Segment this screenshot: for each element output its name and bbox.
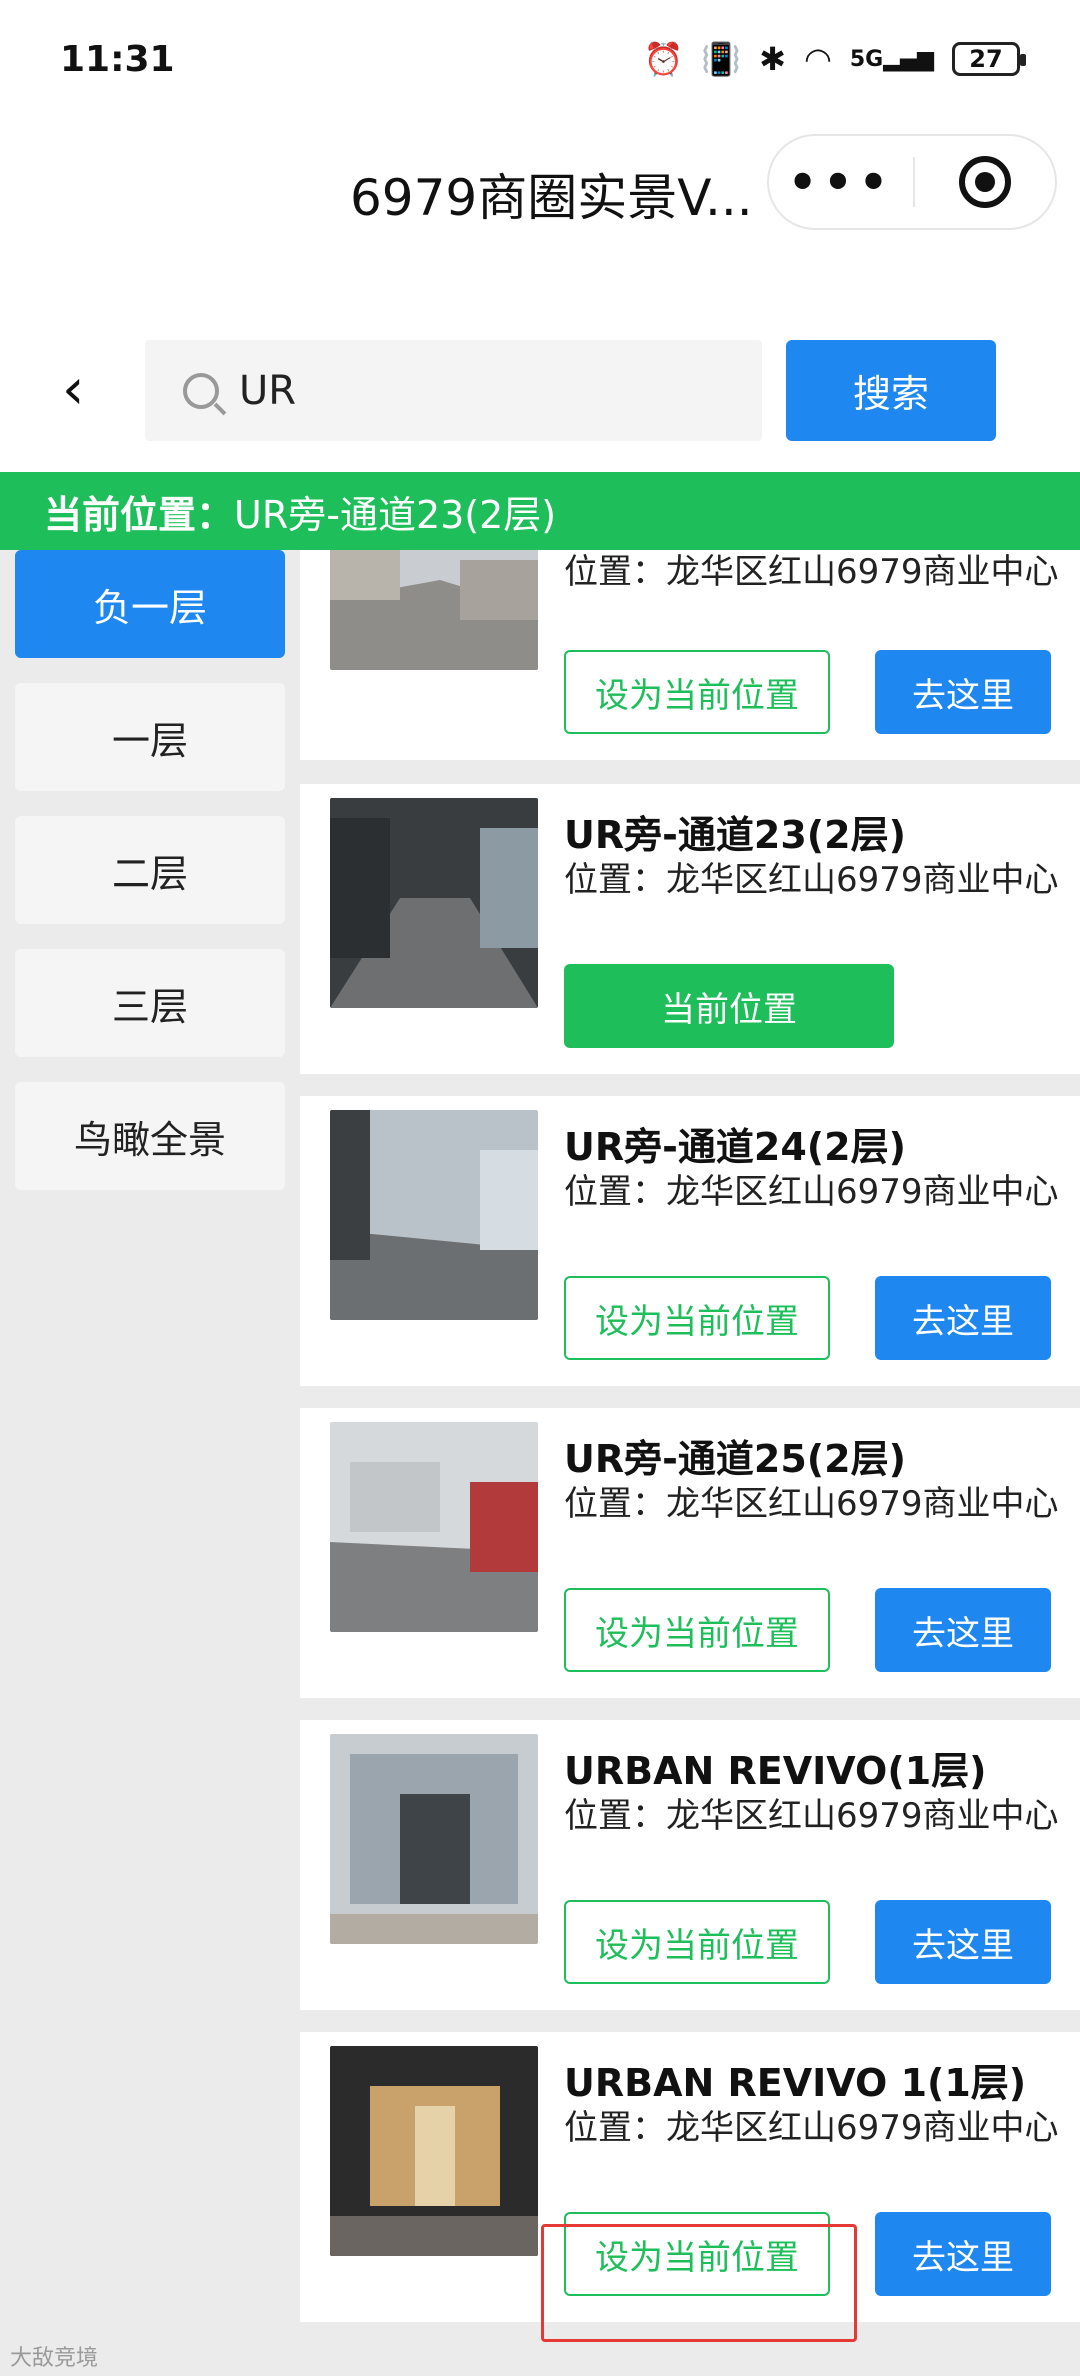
search-icon: [183, 372, 219, 409]
location-title: UR旁-通道23(2层): [564, 813, 906, 857]
floor-tab-b1[interactable]: 负一层: [15, 550, 285, 658]
floor-tab-1f[interactable]: 一层: [15, 683, 285, 791]
location-thumbnail[interactable]: [330, 550, 538, 670]
floor-tab-2f[interactable]: 二层: [15, 816, 285, 924]
alarm-icon: ⏰: [643, 40, 684, 78]
list-item: UR旁-通道25(2层) 位置：龙华区红山6979商业中心 设为当前位置 去这里: [300, 1408, 1080, 1698]
floor-tabs: 负一层 一层 二层 三层 鸟瞰全景: [15, 550, 285, 1215]
status-icons: ⏰ 📳 ✱ ◠ 5G▂▄▆ 27: [643, 40, 1026, 78]
location-text: 位置：龙华区红山6979商业中心: [564, 2108, 1059, 2148]
location-title: UR旁-通道25(2层): [564, 1437, 906, 1481]
go-here-button[interactable]: 去这里: [875, 1276, 1051, 1360]
location-thumbnail[interactable]: [330, 1110, 538, 1320]
mini-program-header: 6979商圈实景V... •••: [0, 118, 1080, 248]
set-current-button[interactable]: 设为当前位置: [564, 1276, 830, 1360]
close-mini-program-button[interactable]: [915, 136, 1055, 228]
location-text: 位置：龙华区红山6979商业中心: [564, 1172, 1059, 1212]
location-text: 位置：龙华区红山6979商业中心: [564, 552, 1059, 592]
floor-tab-aerial[interactable]: 鸟瞰全景: [15, 1082, 285, 1190]
location-title: URBAN REVIVO 1(1层): [564, 2061, 1027, 2105]
signal-icon: 5G▂▄▆: [849, 46, 934, 72]
search-button[interactable]: 搜索: [786, 340, 996, 441]
list-item: UR旁-通道24(2层) 位置：龙华区红山6979商业中心 设为当前位置 去这里: [300, 1096, 1080, 1386]
wifi-icon: ◠: [803, 40, 832, 78]
current-location-banner: 当前位置： UR旁-通道23(2层): [0, 472, 1080, 550]
vibrate-icon: 📳: [701, 40, 742, 78]
go-here-button[interactable]: 去这里: [875, 1900, 1051, 1984]
floor-tab-3f[interactable]: 三层: [15, 949, 285, 1057]
target-icon: [959, 156, 1011, 208]
search-input[interactable]: [239, 367, 719, 414]
set-current-button[interactable]: 设为当前位置: [564, 1900, 830, 1984]
back-arrow-icon[interactable]: ‹: [62, 362, 102, 422]
location-text: 位置：龙华区红山6979商业中心: [564, 1484, 1059, 1524]
content-area: 负一层 一层 二层 三层 鸟瞰全景 位置：龙华区红山6979商业中心 设为当前位…: [0, 550, 1080, 2376]
highlight-box: [541, 2224, 857, 2342]
current-location-button[interactable]: 当前位置: [564, 964, 894, 1048]
location-thumbnail[interactable]: [330, 1734, 538, 1944]
current-location-value: UR旁-通道23(2层): [234, 492, 557, 537]
go-here-button[interactable]: 去这里: [875, 1588, 1051, 1672]
set-current-button[interactable]: 设为当前位置: [564, 650, 830, 734]
location-text: 位置：龙华区红山6979商业中心: [564, 1796, 1059, 1836]
page-title: 6979商圈实景V...: [350, 169, 753, 227]
location-title: UR旁-通道24(2层): [564, 1125, 906, 1169]
go-here-button[interactable]: 去这里: [875, 650, 1051, 734]
location-text: 位置：龙华区红山6979商业中心: [564, 860, 1059, 900]
set-current-button[interactable]: 设为当前位置: [564, 1588, 830, 1672]
watermark: 大敌竞境: [10, 2346, 99, 2371]
bluetooth-icon: ✱: [759, 40, 786, 78]
go-here-button[interactable]: 去这里: [875, 2212, 1051, 2296]
location-title: URBAN REVIVO(1层): [564, 1749, 987, 1793]
search-box: [145, 340, 762, 441]
location-thumbnail[interactable]: [330, 798, 538, 1008]
more-icon[interactable]: •••: [769, 136, 913, 228]
status-time: 11:31: [60, 38, 175, 80]
battery-icon: 27: [952, 42, 1026, 76]
current-location-label: 当前位置：: [44, 492, 235, 537]
capsule-menu: •••: [767, 134, 1057, 230]
list-item: URBAN REVIVO(1层) 位置：龙华区红山6979商业中心 设为当前位置…: [300, 1720, 1080, 2010]
status-bar: 11:31 ⏰ 📳 ✱ ◠ 5G▂▄▆ 27: [0, 0, 1080, 118]
location-thumbnail[interactable]: [330, 1422, 538, 1632]
list-item: UR旁-通道23(2层) 位置：龙华区红山6979商业中心 当前位置: [300, 784, 1080, 1074]
network-type: 5G: [849, 46, 884, 72]
location-thumbnail[interactable]: [330, 2046, 538, 2256]
list-item: 位置：龙华区红山6979商业中心 设为当前位置 去这里: [300, 550, 1080, 760]
